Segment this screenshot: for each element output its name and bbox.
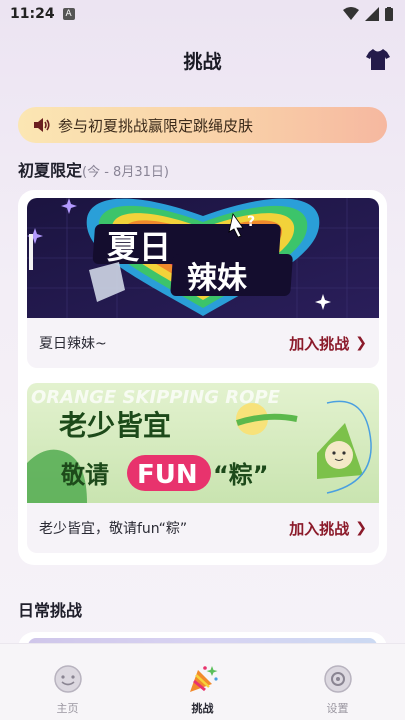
tab-home[interactable]: 主页 — [18, 662, 118, 716]
card-footer: 夏日辣妹~ 加入挑战 ❯ — [27, 318, 379, 368]
speaker-icon — [34, 118, 50, 132]
section-title: 初夏限定 (今 - 8月31日) — [18, 157, 169, 181]
page-header: 挑战 — [0, 40, 405, 80]
tab-challenge-label: 挑战 — [191, 702, 214, 715]
tab-settings[interactable]: 设置 — [288, 662, 388, 716]
bottom-tab-bar: 主页 挑战 设置 — [0, 643, 405, 720]
page-title: 挑战 — [183, 50, 222, 73]
status-time: 11:24 — [10, 6, 55, 22]
promo-banner[interactable]: 参与初夏挑战赢限定跳绳皮肤 — [18, 107, 387, 143]
section-subtitle: (今 - 8月31日) — [82, 165, 169, 180]
section-title-text: 初夏限定 — [18, 161, 83, 180]
battery-icon — [385, 7, 393, 21]
chevron-right-icon: ❯ — [355, 335, 367, 351]
poster-zong: “粽” — [213, 461, 269, 489]
party-popper-icon — [189, 666, 218, 692]
signal-icon — [365, 7, 379, 21]
challenge-card-group: 夏日 辣妹 ? 夏日辣妹~ 加入挑战 ❯ ORANGE SKIPPING ROP… — [18, 190, 387, 565]
tab-settings-label: 设置 — [326, 702, 349, 715]
challenge-card[interactable]: ORANGE SKIPPING ROPE 老少皆宜 敬请 FUN “粽” 老少皆… — [27, 383, 379, 553]
card-footer: 老少皆宜，敬请fun“粽” 加入挑战 ❯ — [27, 503, 379, 553]
banner-text: 参与初夏挑战赢限定跳绳皮肤 — [58, 116, 254, 135]
poster-fun: FUN — [137, 460, 198, 490]
daily-challenge-title: 日常挑战 — [18, 601, 83, 620]
join-challenge-button[interactable]: 加入挑战 ❯ — [289, 333, 367, 354]
join-challenge-button[interactable]: 加入挑战 ❯ — [289, 518, 367, 539]
wifi-icon — [343, 7, 359, 20]
poster-line2: 敬请 — [60, 461, 109, 489]
summer-girl-poster-image: 夏日 辣妹 ? — [27, 198, 379, 318]
tab-home-label: 主页 — [56, 702, 79, 715]
poster-line1: 老少皆宜 — [59, 409, 171, 442]
challenge-card[interactable]: 夏日 辣妹 ? 夏日辣妹~ 加入挑战 ❯ — [27, 198, 379, 368]
tab-challenge[interactable]: 挑战 — [153, 662, 253, 716]
join-challenge-label: 加入挑战 — [289, 519, 350, 538]
card-title: 老少皆宜，敬请fun“粽” — [39, 521, 188, 537]
poster-title-line2: 辣妹 — [187, 261, 247, 296]
settings-disc-icon — [323, 665, 352, 693]
join-challenge-label: 加入挑战 — [289, 334, 350, 353]
zongzi-poster-image: ORANGE SKIPPING ROPE 老少皆宜 敬请 FUN “粽” — [27, 383, 379, 503]
chevron-right-icon: ❯ — [355, 520, 367, 536]
tshirt-icon[interactable] — [365, 46, 391, 72]
poster-title-line1: 夏日 — [107, 228, 171, 266]
poster-watermark: ORANGE SKIPPING ROPE — [31, 387, 281, 408]
home-face-icon — [53, 665, 82, 693]
card-title: 夏日辣妹~ — [39, 336, 107, 352]
svg-text:?: ? — [247, 214, 255, 230]
status-bar: 11:24 A — [0, 0, 405, 28]
notification-a-icon: A — [62, 8, 75, 20]
status-icons — [343, 7, 393, 21]
